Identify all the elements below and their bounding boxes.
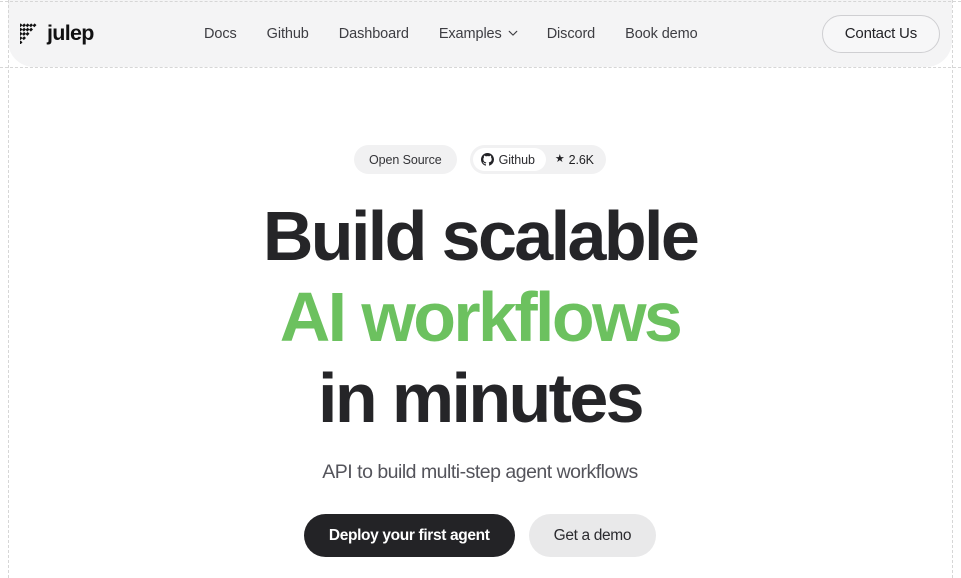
- github-badge-inner: Github: [472, 148, 546, 171]
- hero-subtitle: API to build multi-step agent workflows: [322, 461, 638, 483]
- nav-item-dashboard[interactable]: Dashboard: [339, 20, 409, 48]
- open-source-badge[interactable]: Open Source: [354, 145, 457, 174]
- headline-line-1: Build scalable: [262, 197, 700, 275]
- nav-item-examples-label: Examples: [438, 25, 502, 42]
- page-root: julep Docs Github Dashboard Examples Dis…: [0, 0, 961, 578]
- nav-item-book-demo[interactable]: Book demo: [625, 20, 698, 48]
- github-badge-label: Github: [498, 152, 535, 167]
- site-header: julep Docs Github Dashboard Examples Dis…: [8, 0, 952, 67]
- github-star-count: ★ 2.6K: [555, 153, 594, 167]
- deploy-first-agent-button[interactable]: Deploy your first agent: [303, 514, 515, 557]
- github-icon: [480, 153, 494, 166]
- nav-item-book-demo-label: Book demo: [625, 25, 698, 42]
- hero-section: Open Source Github ★ 2.6K Build scalable…: [8, 67, 952, 578]
- page-title: Build scalable AI workflows in minutes: [262, 196, 700, 439]
- chevron-down-icon: [508, 28, 518, 37]
- nav-item-github-label: Github: [266, 25, 309, 42]
- nav-item-discord-label: Discord: [546, 25, 596, 42]
- star-count-value: 2.6K: [568, 152, 594, 167]
- nav-item-docs-label: Docs: [204, 25, 237, 42]
- headline-line-2-accent: AI workflows: [279, 278, 683, 356]
- primary-navigation: Docs Github Dashboard Examples Discord B…: [204, 20, 698, 48]
- hero-cta-row: Deploy your first agent Get a demo: [303, 514, 657, 557]
- contact-us-button[interactable]: Contact Us: [821, 14, 940, 53]
- github-stars-badge[interactable]: Github ★ 2.6K: [469, 145, 606, 174]
- headline-line-3: in minutes: [317, 359, 645, 437]
- hero-badges: Open Source Github ★ 2.6K: [354, 145, 606, 174]
- guide-line-right: [952, 0, 953, 578]
- nav-item-examples[interactable]: Examples: [438, 20, 518, 48]
- brand-wordmark: julep: [47, 21, 94, 45]
- nav-item-docs[interactable]: Docs: [204, 20, 237, 48]
- julep-logo-icon: [20, 23, 40, 44]
- brand-logo[interactable]: julep: [20, 17, 94, 51]
- nav-item-dashboard-label: Dashboard: [338, 25, 409, 42]
- star-icon: ★: [554, 152, 565, 165]
- get-a-demo-button[interactable]: Get a demo: [528, 514, 657, 557]
- nav-item-discord[interactable]: Discord: [546, 20, 596, 48]
- nav-item-github[interactable]: Github: [267, 20, 309, 48]
